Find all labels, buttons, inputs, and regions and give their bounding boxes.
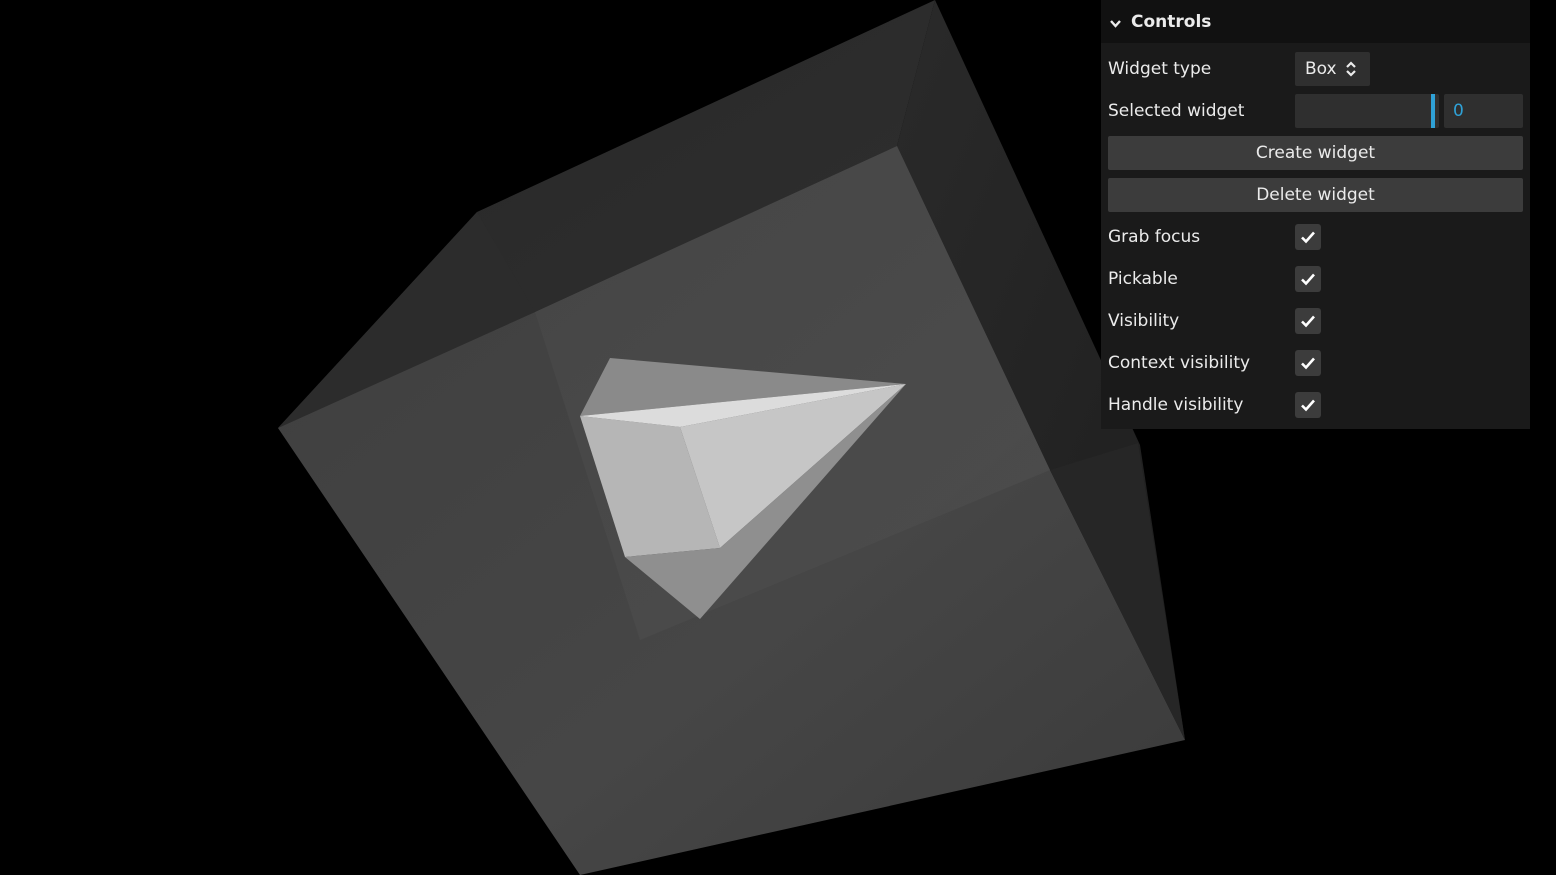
slider-thumb[interactable] xyxy=(1431,94,1435,128)
pickable-row: Pickable xyxy=(1108,262,1523,296)
context-visibility-label: Context visibility xyxy=(1108,353,1251,373)
checkmark-icon xyxy=(1301,231,1315,244)
widget-type-select[interactable]: Box xyxy=(1295,52,1370,86)
up-down-arrows-icon xyxy=(1345,61,1356,77)
checkmark-icon xyxy=(1301,399,1315,412)
widget-type-row: Widget type Box xyxy=(1108,52,1523,86)
controls-header[interactable]: Controls xyxy=(1101,0,1530,43)
create-widget-row: Create widget xyxy=(1108,136,1523,170)
visibility-label: Visibility xyxy=(1108,311,1180,331)
handle-visibility-label: Handle visibility xyxy=(1108,395,1244,415)
checkmark-icon xyxy=(1301,273,1315,286)
create-widget-button[interactable]: Create widget xyxy=(1108,136,1523,170)
visibility-checkbox[interactable] xyxy=(1295,308,1321,334)
grab-focus-checkbox[interactable] xyxy=(1295,224,1321,250)
context-visibility-row: Context visibility xyxy=(1108,346,1523,380)
controls-title: Controls xyxy=(1131,11,1212,32)
pickable-checkbox[interactable] xyxy=(1295,266,1321,292)
widget-type-value: Box xyxy=(1305,59,1337,79)
chevron-down-icon[interactable] xyxy=(1109,15,1122,28)
context-visibility-checkbox[interactable] xyxy=(1295,350,1321,376)
selected-widget-number-input[interactable] xyxy=(1444,94,1523,128)
handle-visibility-row: Handle visibility xyxy=(1108,388,1523,422)
handle-visibility-checkbox[interactable] xyxy=(1295,392,1321,418)
selected-widget-label: Selected widget xyxy=(1108,101,1245,121)
checkmark-icon xyxy=(1301,315,1315,328)
controls-panel: Controls Widget type Box Selected widget… xyxy=(1101,0,1530,429)
selected-widget-row: Selected widget xyxy=(1108,94,1523,128)
widget-type-label: Widget type xyxy=(1108,59,1212,79)
grab-focus-label: Grab focus xyxy=(1108,227,1201,247)
checkmark-icon xyxy=(1301,357,1315,370)
delete-widget-button[interactable]: Delete widget xyxy=(1108,178,1523,212)
delete-widget-row: Delete widget xyxy=(1108,178,1523,212)
selected-widget-slider[interactable] xyxy=(1295,94,1439,128)
visibility-row: Visibility xyxy=(1108,304,1523,338)
pickable-label: Pickable xyxy=(1108,269,1178,289)
grab-focus-row: Grab focus xyxy=(1108,220,1523,254)
